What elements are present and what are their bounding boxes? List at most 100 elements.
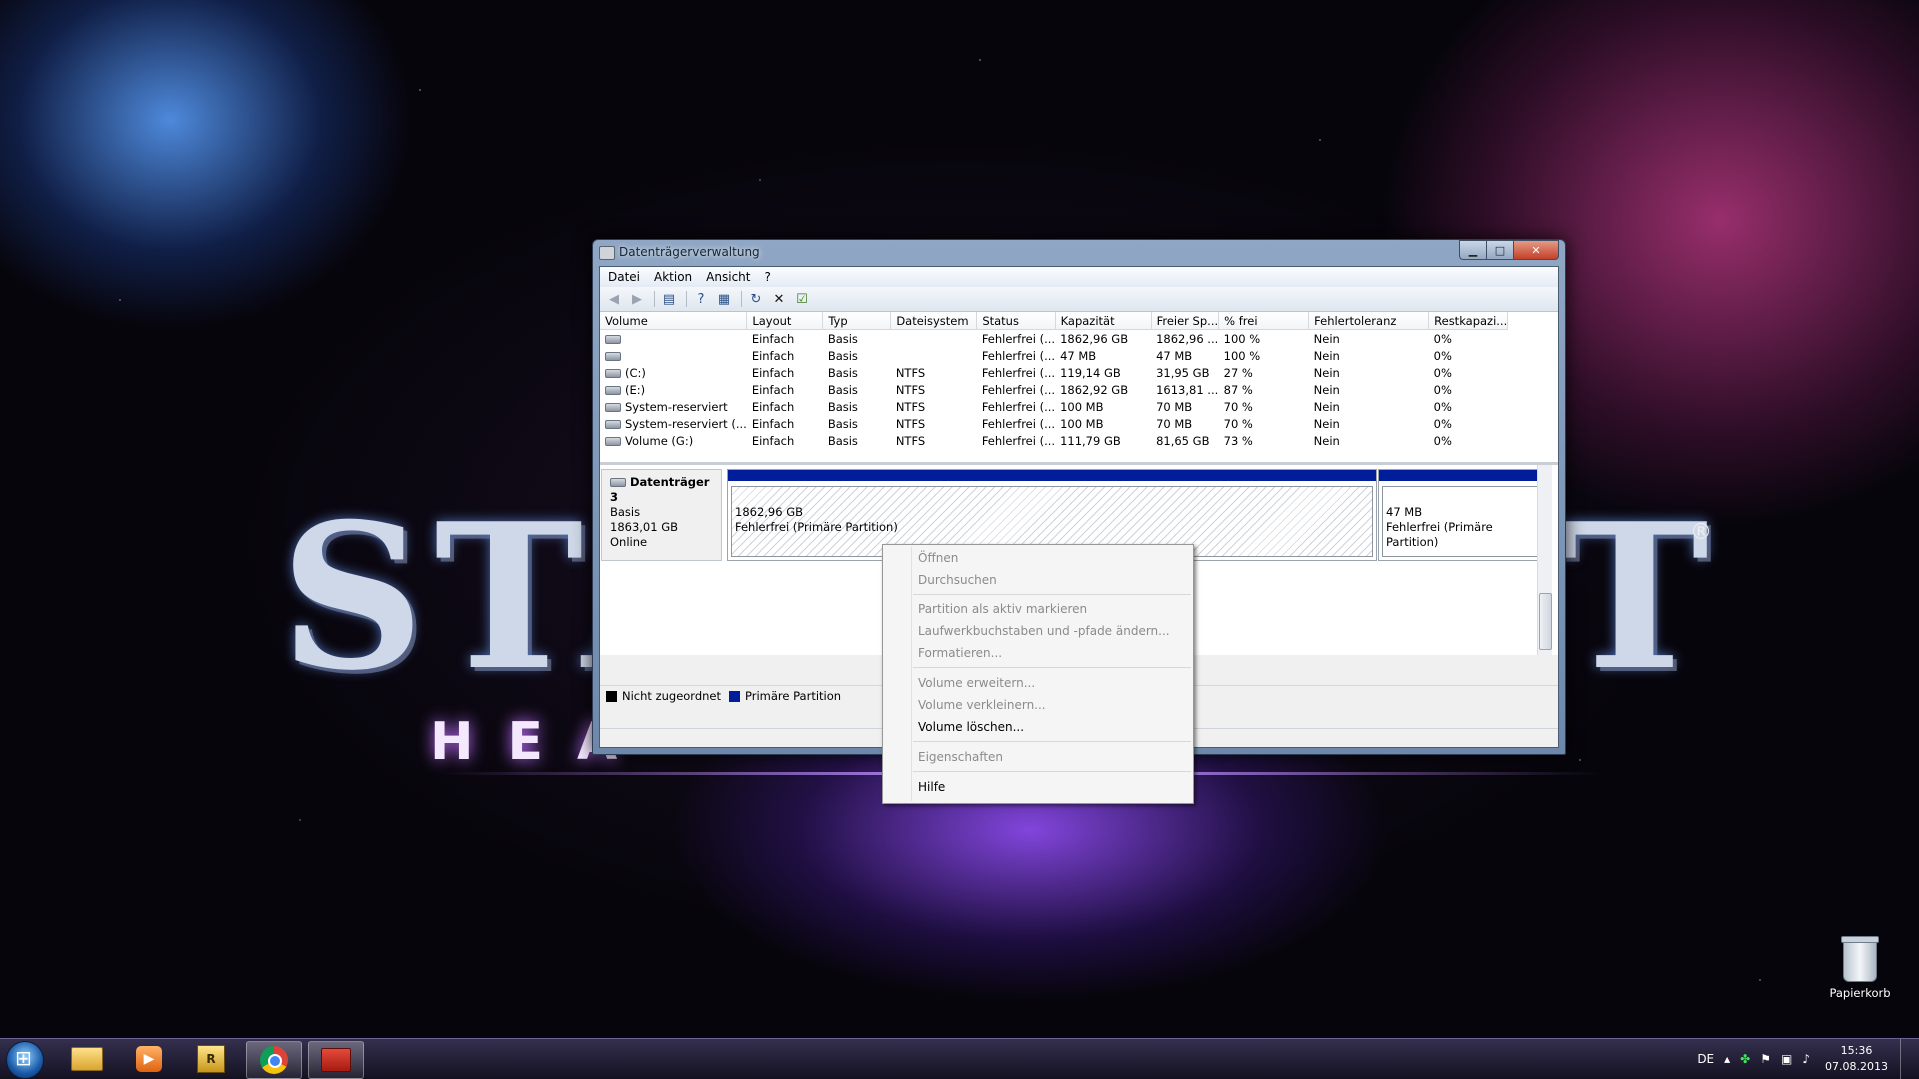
taskbar-media-player[interactable]: ▶	[122, 1041, 176, 1077]
table-cell: Basis	[827, 365, 858, 380]
minimize-button[interactable]: ▁	[1459, 240, 1487, 260]
table-cell: Fehlerfrei (...	[981, 416, 1056, 431]
col-freier-speicher[interactable]: Freier Sp...	[1151, 312, 1220, 330]
col-kapazitaet[interactable]: Kapazität	[1055, 312, 1152, 330]
table-cell: Fehlerfrei (...	[981, 399, 1056, 414]
taskbar-explorer[interactable]	[60, 1041, 114, 1077]
clock-time: 15:36	[1840, 1044, 1873, 1057]
menu-item-aktiv-markieren[interactable]: Partition als aktiv markieren	[918, 598, 1087, 620]
table-cell: Basis	[827, 399, 858, 414]
table-cell: 70 MB	[1156, 399, 1193, 414]
razer-icon[interactable]: ✤	[1740, 1052, 1750, 1066]
refresh-icon[interactable]: ↻	[746, 290, 766, 308]
taskbar-disk-management[interactable]	[308, 1041, 364, 1079]
col-volume[interactable]: Volume	[600, 312, 748, 330]
taskbar-chrome[interactable]	[246, 1041, 302, 1079]
scroll-thumb[interactable]	[1539, 593, 1552, 650]
delete-icon[interactable]: ✕	[769, 290, 789, 308]
disk-size: 1863,01 GB	[610, 520, 679, 534]
properties-icon[interactable]: ▦	[714, 290, 734, 308]
table-row[interactable]: System-reserviert (... Einfach Basis NTFS Fe…	[600, 415, 1508, 432]
table-cell: 70 %	[1223, 416, 1253, 431]
help-icon[interactable]: ?	[691, 290, 711, 308]
start-button[interactable]	[6, 1041, 44, 1079]
col-restkapazitaet[interactable]: Restkapazi...	[1428, 312, 1509, 330]
show-hidden-icons-icon[interactable]: ▴	[1724, 1052, 1730, 1066]
table-cell: NTFS	[895, 399, 926, 414]
table-cell	[891, 330, 977, 348]
col-status[interactable]: Status	[976, 312, 1056, 330]
menu-item-hilfe[interactable]: Hilfe	[918, 776, 945, 798]
col-dateisystem[interactable]: Dateisystem	[890, 312, 978, 330]
recycle-bin[interactable]: Papierkorb	[1820, 936, 1900, 1000]
menu-item-oeffnen[interactable]: Öffnen	[918, 547, 958, 569]
maximize-button[interactable]: □	[1486, 240, 1514, 260]
legend-swatch-primary	[729, 690, 741, 702]
table-cell: Basis	[827, 433, 858, 448]
menu-item-durchsuchen[interactable]: Durchsuchen	[918, 569, 997, 591]
title-bar[interactable]: Datenträgerverwaltung ▁ □ ✕	[593, 240, 1565, 266]
action-center-flag-icon[interactable]: ⚑	[1760, 1052, 1771, 1066]
table-cell: 0%	[1433, 399, 1452, 414]
language-indicator[interactable]: DE	[1697, 1052, 1714, 1066]
table-cell: Basis	[827, 382, 858, 397]
col-typ[interactable]: Typ	[822, 312, 892, 330]
window-title: Datenträgerverwaltung	[619, 245, 760, 259]
taskbar-rsyncro[interactable]: R	[184, 1041, 238, 1077]
table-cell: Fehlerfrei (...	[981, 365, 1056, 380]
disk-3-label[interactable]: Datenträger 3 Basis 1863,01 GB Online	[601, 469, 722, 561]
menu-item-verkleinern[interactable]: Volume verkleinern...	[918, 694, 1046, 716]
table-cell: Basis	[827, 331, 858, 346]
check-icon[interactable]: ☑	[792, 290, 812, 308]
table-cell: 100 MB	[1060, 416, 1104, 431]
table-row[interactable]: (C:) Einfach Basis NTFS Fehlerfrei (... 119,1…	[600, 364, 1508, 381]
partition-bar	[728, 470, 1376, 481]
disk-state: Online	[610, 535, 648, 549]
menu-ansicht[interactable]: Ansicht	[706, 270, 750, 284]
volume-icon[interactable]: ♪	[1802, 1052, 1810, 1066]
clock-date: 07.08.2013	[1825, 1060, 1888, 1073]
partition-1-status: Fehlerfrei (Primäre Partition)	[735, 520, 898, 534]
menu-datei[interactable]: Datei	[608, 270, 640, 284]
back-icon[interactable]: ◀	[604, 290, 624, 308]
table-cell: 0%	[1433, 433, 1452, 448]
table-cell: 1862,96 ...	[1156, 331, 1219, 346]
table-cell: Einfach	[751, 433, 795, 448]
menu-item-laufwerkbuchstaben[interactable]: Laufwerkbuchstaben und -pfade ändern...	[918, 620, 1170, 642]
menu-item-erweitern[interactable]: Volume erweitern...	[918, 672, 1035, 694]
wallpaper-registered-mark: ®	[1690, 520, 1712, 545]
col-layout[interactable]: Layout	[746, 312, 824, 330]
col-prozent-frei[interactable]: % frei	[1218, 312, 1310, 330]
clock[interactable]: 15:36 07.08.2013	[1825, 1043, 1888, 1075]
table-row[interactable]: Volume (G:) Einfach Basis NTFS Fehlerfrei (.…	[600, 432, 1508, 449]
disk-management-icon	[599, 246, 615, 260]
table-cell: Nein	[1313, 331, 1340, 346]
menu-item-eigenschaften[interactable]: Eigenschaften	[918, 746, 1003, 768]
table-cell: System-reserviert	[600, 398, 747, 415]
partition-2[interactable]: 47 MB Fehlerfrei (Primäre Partition)	[1378, 469, 1550, 561]
menu-item-formatieren[interactable]: Formatieren...	[918, 642, 1002, 664]
recycle-bin-label: Papierkorb	[1829, 986, 1891, 1000]
table-cell: Nein	[1313, 365, 1340, 380]
console-tree-icon[interactable]: ▤	[659, 290, 679, 308]
table-cell: 0%	[1433, 382, 1452, 397]
table-cell: System-reserviert (...	[600, 415, 747, 432]
table-row[interactable]: Einfach Basis Fehlerfrei (... 1862,96 GB 186…	[600, 330, 1508, 348]
show-desktop-button[interactable]	[1900, 1039, 1911, 1079]
table-cell: 0%	[1433, 331, 1452, 346]
menu-aktion[interactable]: Aktion	[654, 270, 692, 284]
menu-help[interactable]: ?	[764, 270, 770, 284]
col-fehlertoleranz[interactable]: Fehlertoleranz	[1308, 312, 1430, 330]
table-cell: 1862,92 GB	[1060, 382, 1129, 397]
forward-icon[interactable]: ▶	[627, 290, 647, 308]
table-header: Volume Layout Typ Dateisystem Status Kap…	[600, 312, 1509, 330]
context-menu: Öffnen Durchsuchen Partition als aktiv m…	[882, 544, 1194, 804]
volume-name: Volume (G:)	[625, 433, 694, 448]
network-icon[interactable]: ▣	[1781, 1052, 1792, 1066]
menu-item-loeschen[interactable]: Volume löschen...	[918, 716, 1024, 738]
close-button[interactable]: ✕	[1513, 240, 1559, 260]
vertical-scrollbar[interactable]	[1537, 465, 1552, 655]
table-row[interactable]: (E:) Einfach Basis NTFS Fehlerfrei (... 1862,…	[600, 381, 1508, 398]
table-row[interactable]: System-reserviert Einfach Basis NTFS Fehlerf…	[600, 398, 1508, 415]
table-row[interactable]: Einfach Basis Fehlerfrei (... 47 MB 47 MB 100…	[600, 347, 1508, 364]
